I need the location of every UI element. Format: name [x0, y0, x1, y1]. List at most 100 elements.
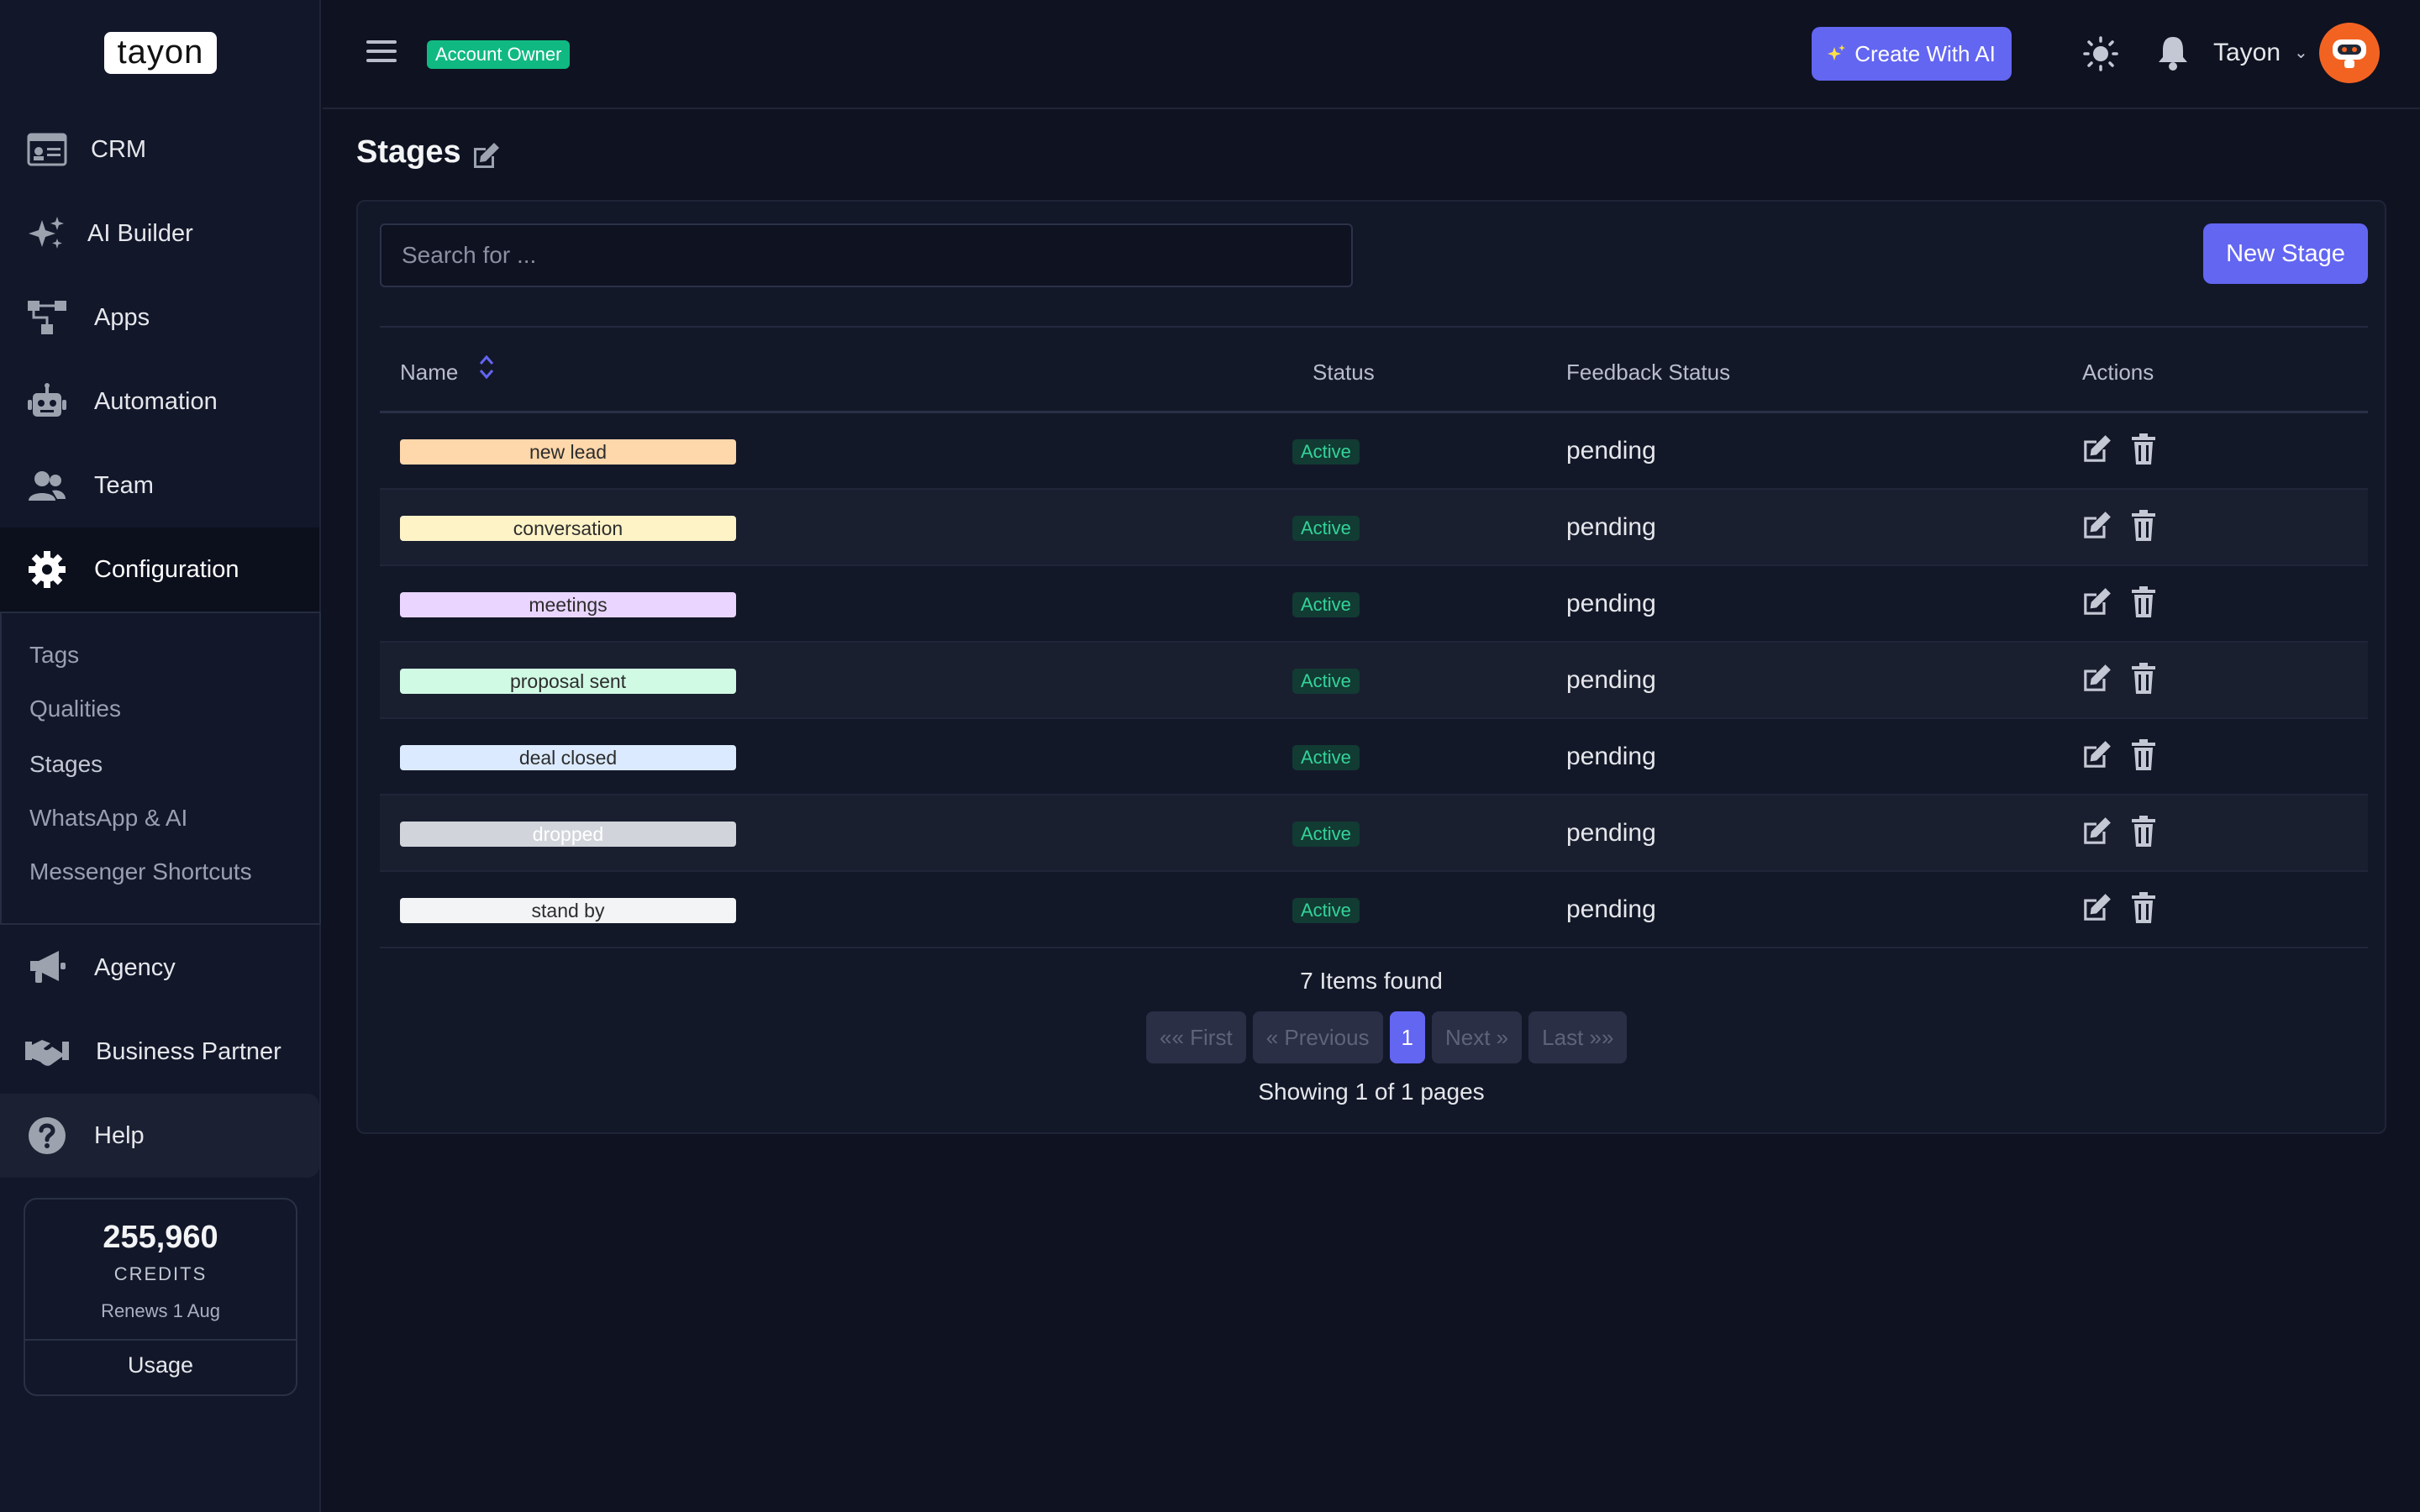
credits-renew-date: Renews 1 Aug [101, 1300, 220, 1321]
submenu-item-stages[interactable]: Stages [29, 751, 103, 778]
pagination-page-1-button[interactable]: 1 [1389, 1011, 1425, 1063]
table-row: deal closed Active pending [380, 719, 2368, 795]
sidebar-item-team[interactable]: Team [0, 444, 319, 528]
status-badge: Active [1292, 745, 1360, 770]
sidebar-item-label: Team [94, 471, 154, 499]
credits-label: CREDITS [113, 1263, 208, 1284]
edit-icon[interactable] [2081, 510, 2112, 542]
sparkles-icon [25, 212, 69, 255]
trash-icon[interactable] [2131, 739, 2156, 771]
credits-divider [25, 1339, 296, 1341]
trash-icon[interactable] [2131, 892, 2156, 924]
edit-icon[interactable] [2081, 586, 2112, 618]
feedback-status: pending [1566, 743, 1656, 770]
hamburger-menu-icon[interactable] [366, 40, 397, 66]
status-badge: Active [1292, 898, 1360, 923]
edit-icon[interactable] [2081, 816, 2112, 848]
users-icon [25, 464, 69, 507]
sidebar-item-label: AI Builder [87, 219, 193, 247]
sidebar: tayon CRM AI Builder Apps Automation Tea… [0, 0, 321, 1512]
table-row: conversation Active pending [380, 490, 2368, 566]
feedback-status: pending [1566, 513, 1656, 541]
column-header-actions: Actions [2082, 360, 2154, 385]
create-with-ai-label: Create With AI [1854, 40, 1996, 66]
brand-logo[interactable]: tayon [104, 32, 217, 74]
robot-icon [25, 380, 69, 423]
table-row: dropped Active pending [380, 795, 2368, 872]
edit-icon[interactable] [2081, 739, 2112, 771]
sidebar-item-label: CRM [91, 135, 147, 163]
table-row: proposal sent Active pending [380, 643, 2368, 719]
role-badge: Account Owner [427, 40, 571, 69]
usage-link[interactable]: Usage [25, 1352, 296, 1378]
trash-icon[interactable] [2131, 433, 2156, 465]
sitemap-icon [25, 296, 69, 339]
sidebar-item-label: Business Partner [96, 1037, 281, 1065]
trash-icon[interactable] [2131, 663, 2156, 695]
top-header: Account Owner Create With AI Tayon ⌄ [323, 0, 2420, 109]
sort-icon[interactable] [477, 353, 496, 381]
submenu-item-qualities[interactable]: Qualities [29, 696, 121, 722]
theme-toggle-sun-icon[interactable] [2082, 35, 2119, 72]
submenu-item-tags[interactable]: Tags [29, 642, 79, 669]
app-root: tayon CRM AI Builder Apps Automation Tea… [0, 0, 2420, 1512]
trash-icon[interactable] [2131, 586, 2156, 618]
configuration-submenu: Tags Qualities Stages WhatsApp & AI Mess… [0, 612, 321, 925]
sidebar-item-agency[interactable]: Agency [0, 926, 319, 1010]
edit-icon[interactable] [2081, 663, 2112, 695]
column-header-status: Status [1313, 360, 1375, 385]
submenu-item-whatsapp-ai[interactable]: WhatsApp & AI [29, 805, 187, 832]
sidebar-item-ai-builder[interactable]: AI Builder [0, 192, 319, 276]
sidebar-item-business-partner[interactable]: Business Partner [0, 1010, 319, 1094]
sidebar-item-label: Agency [94, 953, 176, 981]
table-header: Name Status Feedback Status Actions [380, 326, 2368, 413]
column-header-name[interactable]: Name [400, 360, 458, 386]
column-header-feedback-status: Feedback Status [1566, 360, 1731, 385]
edit-title-icon[interactable] [471, 141, 501, 171]
sidebar-item-help[interactable]: Help [0, 1094, 319, 1178]
notifications-bell-icon[interactable] [2156, 34, 2193, 71]
pagination-previous-button[interactable]: « Previous [1252, 1011, 1383, 1063]
feedback-status: pending [1566, 437, 1656, 465]
search-input[interactable] [380, 223, 1353, 287]
sidebar-item-label: Help [94, 1121, 145, 1149]
credits-value: 255,960 [103, 1220, 218, 1255]
sidebar-item-apps[interactable]: Apps [0, 276, 319, 360]
status-badge: Active [1292, 516, 1360, 541]
sidebar-item-configuration[interactable]: Configuration [0, 528, 319, 612]
user-menu-name[interactable]: Tayon [2213, 39, 2281, 67]
submenu-item-messenger-shortcuts[interactable]: Messenger Shortcuts [29, 858, 252, 885]
stage-name-pill: proposal sent [400, 669, 736, 694]
stage-name-pill: deal closed [400, 745, 736, 770]
edit-icon[interactable] [2081, 433, 2112, 465]
sidebar-item-label: Automation [94, 387, 218, 415]
pagination-first-button[interactable]: «« First [1146, 1011, 1246, 1063]
trash-icon[interactable] [2131, 510, 2156, 542]
question-circle-icon [25, 1114, 69, 1158]
pages-showing-text: Showing 1 of 1 pages [1258, 1079, 1485, 1105]
chevron-down-icon[interactable]: ⌄ [2294, 42, 2308, 63]
feedback-status: pending [1566, 666, 1656, 694]
table-row: new lead Active pending [380, 413, 2368, 490]
items-found-count: 7 Items found [1300, 968, 1443, 994]
robot-avatar-icon [2333, 39, 2366, 68]
avatar[interactable] [2319, 23, 2380, 83]
id-card-icon [25, 128, 69, 171]
sidebar-item-automation[interactable]: Automation [0, 360, 319, 444]
feedback-status: pending [1566, 819, 1656, 847]
new-stage-button[interactable]: New Stage [2203, 223, 2368, 284]
stages-table: Name Status Feedback Status Actions new … [380, 326, 2368, 948]
stage-name-pill: dropped [400, 822, 736, 847]
stage-name-pill: meetings [400, 592, 736, 617]
feedback-status: pending [1566, 895, 1656, 923]
create-with-ai-button[interactable]: Create With AI [1812, 27, 2012, 81]
sidebar-item-crm[interactable]: CRM [0, 108, 319, 192]
stage-name-pill: stand by [400, 898, 736, 923]
edit-icon[interactable] [2081, 892, 2112, 924]
credits-card: 255,960 CREDITS Renews 1 Aug Usage [24, 1198, 297, 1396]
table-row: meetings Active pending [380, 566, 2368, 643]
trash-icon[interactable] [2131, 816, 2156, 848]
pagination: «« First « Previous 1 Next » Last »» [1146, 1011, 1628, 1063]
pagination-next-button[interactable]: Next » [1432, 1011, 1523, 1063]
pagination-last-button[interactable]: Last »» [1528, 1011, 1628, 1063]
